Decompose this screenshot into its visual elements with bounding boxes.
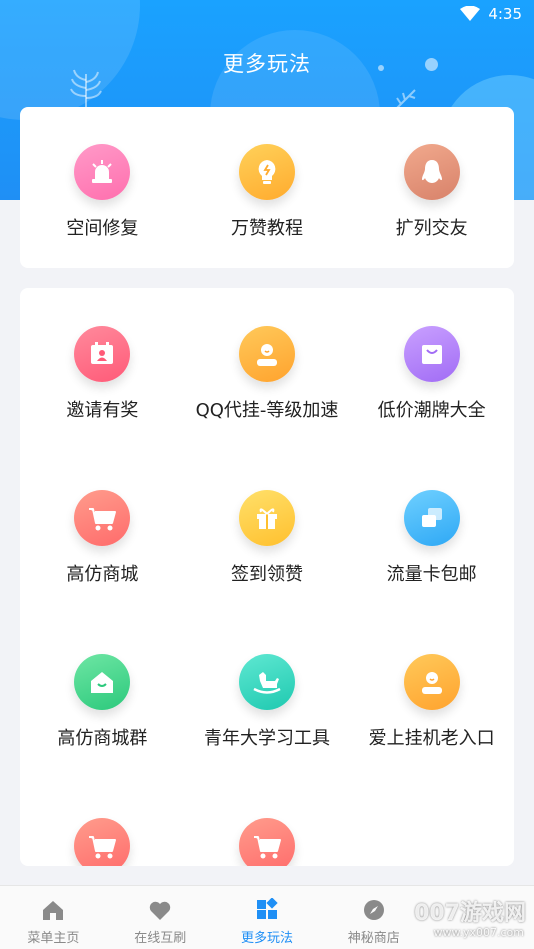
feature-tile-label: 扩列交友	[395, 218, 468, 239]
bottom-tab-bar: 菜单主页 在线互刷 更多玩法 神秘商店	[0, 885, 534, 949]
feature-tile[interactable]: QQ代挂-等级加速	[185, 288, 350, 452]
tab-label: 更多玩法	[240, 931, 293, 946]
status-time: 4:35	[488, 5, 522, 23]
feature-tile-label: 高仿商城	[66, 564, 139, 585]
tab-label: 菜单主页	[27, 931, 80, 946]
wifi-icon	[460, 6, 481, 21]
grid-apps-icon	[255, 898, 279, 922]
feature-tile[interactable]: 高仿商城群	[20, 616, 185, 780]
shopping-bag-icon	[403, 326, 460, 382]
tab-heart[interactable]: 在线互刷	[107, 886, 214, 949]
feature-tile[interactable]	[20, 780, 185, 866]
home-icon	[41, 898, 65, 922]
feature-tile-label: 空间修复	[66, 218, 139, 239]
tab-label: 神秘商店	[347, 931, 400, 946]
feature-tile[interactable]: 青年大学习工具	[185, 616, 350, 780]
feature-tile[interactable]: 流量卡包邮	[349, 452, 514, 616]
feature-tile[interactable]: 高仿商城	[20, 452, 185, 616]
tab-grid-apps[interactable]: 更多玩法	[214, 886, 321, 949]
rocking-horse-icon	[238, 654, 295, 710]
page-title: 更多玩法	[223, 52, 311, 76]
id-card-icon	[74, 326, 131, 382]
feature-tile-label: 万赞教程	[230, 218, 303, 239]
status-bar: 4:35	[0, 0, 534, 28]
feature-tile[interactable]: 扩列交友	[349, 107, 514, 240]
shopping-cart-icon	[238, 818, 295, 866]
user-avatar-icon	[238, 326, 295, 382]
heart-icon	[148, 898, 172, 922]
lightbulb-icon	[238, 144, 295, 200]
feature-tile-label: 低价潮牌大全	[377, 400, 486, 421]
shopping-cart-icon	[74, 818, 131, 866]
feature-tile-label: QQ代挂-等级加速	[195, 400, 339, 421]
feature-tile[interactable]: 邀请有奖	[20, 288, 185, 452]
alarm-light-icon	[74, 144, 131, 200]
feature-tile[interactable]: 低价潮牌大全	[349, 288, 514, 452]
feature-tile[interactable]: 爱上挂机老入口	[349, 616, 514, 780]
feature-tile[interactable]: 签到领赞	[185, 452, 350, 616]
tab-compass[interactable]: 神秘商店	[320, 886, 427, 949]
house-icon	[74, 654, 131, 710]
feature-tile-label: 签到领赞	[230, 564, 303, 585]
feature-tile[interactable]: 空间修复	[20, 107, 185, 240]
watermark-url: www.yx007.com	[433, 926, 524, 939]
feature-tile-label: 高仿商城群	[57, 728, 148, 749]
feature-tile-label: 邀请有奖	[66, 400, 139, 421]
qq-penguin-icon	[403, 144, 460, 200]
main-feature-card: 邀请有奖 QQ代挂-等级加速 低价潮牌大全高仿商城 签到领赞 流量卡包邮高仿商城群 青年大…	[20, 288, 514, 866]
tab-home[interactable]: 菜单主页	[0, 886, 107, 949]
cards-icon	[403, 490, 460, 546]
feature-tile-label: 爱上挂机老入口	[368, 728, 495, 749]
user-avatar-icon	[403, 654, 460, 710]
feature-tile-label: 青年大学习工具	[203, 728, 330, 749]
feature-tile-label: 流量卡包邮	[386, 564, 477, 585]
top-feature-card: 空间修复 万赞教程 扩列交友	[20, 107, 514, 268]
compass-icon	[362, 898, 386, 922]
feature-tile[interactable]	[185, 780, 350, 866]
gift-icon	[238, 490, 295, 546]
feature-tile[interactable]: 万赞教程	[185, 107, 350, 240]
tab-label: 在线互刷	[134, 931, 187, 946]
shopping-cart-icon	[74, 490, 131, 546]
tab-empty	[427, 886, 534, 949]
